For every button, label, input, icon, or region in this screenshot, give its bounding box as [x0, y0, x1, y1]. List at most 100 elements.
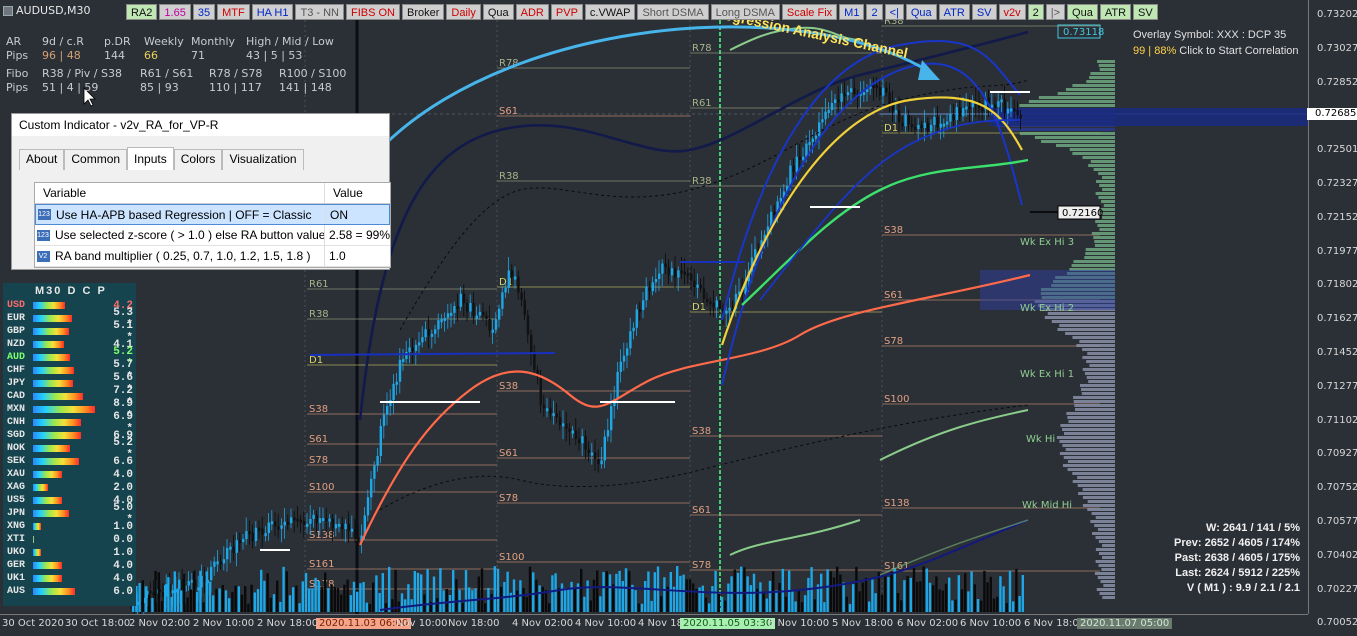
currency-code: XAU — [7, 469, 26, 480]
col-variable[interactable]: Variable — [35, 183, 325, 203]
toolbar-button-8[interactable]: Daily — [446, 4, 481, 20]
fib-level-label: S61 — [499, 106, 518, 117]
currency-code: UKO — [7, 547, 26, 558]
fib-level-label: S100 — [499, 552, 524, 563]
toolbar-button-11[interactable]: PVP — [550, 4, 583, 20]
toolbar-button-19[interactable]: Qua — [905, 4, 937, 20]
dialog-title: Custom Indicator - v2v_RA_for_VP-R — [12, 114, 389, 136]
time-tick: 5 Nov 10:00 — [768, 618, 830, 629]
toolbar-button-26[interactable]: ATR — [1099, 4, 1132, 20]
toolbar-button-15[interactable]: Scale Fix — [781, 4, 838, 20]
overlay-symbol-info[interactable]: Overlay Symbol: XXX : DCP 35 99 | 88% Cl… — [1133, 27, 1299, 59]
toolbar-button-27[interactable]: SV — [1133, 4, 1158, 20]
strength-bar — [33, 471, 103, 478]
toolbar-button-13[interactable]: Short DSMA — [637, 4, 709, 20]
currency-code: NOK — [7, 443, 26, 454]
grid-header: Variable Value — [35, 183, 390, 204]
dialog-tabs: About Common Inputs Colors Visualization — [19, 147, 389, 170]
tab-colors[interactable]: Colors — [173, 149, 223, 170]
fib-level-label: S38 — [692, 426, 711, 437]
price-tick: 0.70752 — [1317, 482, 1357, 494]
toolbar-button-7[interactable]: Broker — [402, 4, 445, 20]
toolbar-button-22[interactable]: v2v — [998, 4, 1026, 20]
fib-level-label: D1 — [309, 355, 323, 366]
price-box-top: 0.73118 — [1063, 27, 1104, 38]
indicator-toolbar: RA2 1.65 35 MTF HA H1 T3 - NN FIBS ON Broker Dai… — [126, 4, 1158, 20]
fib-level-label: S161 — [309, 559, 334, 570]
currency-code: CNH — [7, 417, 26, 428]
toolbar-button-3[interactable]: MTF — [217, 4, 250, 20]
input-value[interactable]: 1.0 — [325, 246, 346, 266]
tab-common[interactable]: Common — [64, 149, 128, 170]
strength-row: SEK 6.6 — [3, 455, 136, 468]
toolbar-button-4[interactable]: HA H1 — [251, 4, 294, 20]
input-row-zscore[interactable]: 123 Use selected z-score ( > 1.0 ) else … — [35, 225, 390, 246]
fib-level-label: S61 — [309, 434, 328, 445]
strength-bar — [33, 510, 103, 517]
strength-bar — [33, 302, 103, 309]
price-axis[interactable]: 0.73202 0.73027 0.72852 0.72685 0.72501 0.723… — [1308, 0, 1357, 628]
strength-row: XAG 2.0 — [3, 481, 136, 494]
toolbar-button-9[interactable]: Qua — [482, 4, 514, 20]
toolbar-button-6[interactable]: FIBS ON — [345, 4, 400, 20]
fib-level-label: R38 — [692, 176, 712, 187]
strength-row: UK1 4.0 — [3, 572, 136, 585]
strength-row: JPN 5.0 * — [3, 502, 136, 526]
strength-value: 1.0 — [113, 520, 133, 533]
toolbar-button-16[interactable]: M1 — [839, 4, 865, 20]
currency-code: MXN — [7, 404, 26, 415]
price-tick: 0.71977 — [1317, 245, 1357, 257]
strength-header: M30 D C P — [35, 285, 107, 297]
price-tick: 0.70052 — [1317, 617, 1357, 629]
currency-code: XNG — [7, 521, 26, 532]
currency-code: JPN — [7, 508, 26, 519]
strength-bar — [33, 562, 103, 569]
toolbar-button-17[interactable]: 2 — [866, 4, 883, 20]
tab-about[interactable]: About — [19, 149, 65, 170]
price-tick: 0.72501 — [1317, 144, 1357, 156]
strength-bar — [33, 432, 103, 439]
fib-level-label: S138 — [309, 530, 334, 541]
tab-visualization[interactable]: Visualization — [222, 149, 304, 170]
toolbar-button-23[interactable]: 2 — [1027, 4, 1044, 20]
strength-row: XAU 4.0 — [3, 468, 136, 481]
strength-row: GER 4.0 — [3, 559, 136, 572]
strength-bar — [33, 419, 103, 426]
toolbar-button-2[interactable]: 35 — [192, 4, 216, 20]
strength-value: 4.0 — [113, 559, 133, 572]
volume-stats: W: 2641 / 141 / 5% Prev: 2652 / 4605 / 1… — [1174, 522, 1300, 594]
currency-code: EUR — [7, 313, 26, 324]
fib-level-label: R38 — [309, 309, 329, 320]
price-tick: 0.71277 — [1317, 380, 1357, 392]
time-axis[interactable]: 30 Oct 2020 30 Oct 18:00 2 Nov 02:00 2 Nov … — [0, 614, 1308, 636]
strength-row: XNG 1.0 — [3, 520, 136, 533]
toolbar-button-14[interactable]: Long DSMA — [710, 4, 780, 20]
toolbar-button-21[interactable]: SV — [971, 4, 997, 20]
strength-value: 6.6 — [113, 455, 133, 468]
input-value[interactable]: ON — [326, 205, 348, 224]
price-chart[interactable]: R78 S61 R38 R61 R38 D1 S38 S61 S78 S100 S138 S161 S1… — [0, 0, 1357, 636]
time-tick: 6 Nov 18:00 — [1024, 618, 1086, 629]
strength-bar — [33, 341, 103, 348]
currency-code: SGD — [7, 430, 26, 441]
tab-inputs[interactable]: Inputs — [127, 147, 174, 170]
currency-code: GER — [7, 560, 26, 571]
input-row-band-multiplier[interactable]: V2 RA band multiplier ( 0.25, 0.7, 1.0, … — [35, 246, 390, 267]
toolbar-button-24[interactable]: |> — [1045, 4, 1066, 20]
toolbar-button-1[interactable]: 1.65 — [159, 4, 191, 20]
toolbar-button-18[interactable]: <| — [884, 4, 904, 20]
fib-level-label: S78 — [499, 493, 518, 504]
strength-bar — [33, 393, 103, 400]
toolbar-button-0[interactable]: RA2 — [126, 4, 158, 20]
toolbar-button-20[interactable]: ATR — [938, 4, 970, 20]
strength-bar — [33, 315, 103, 322]
currency-code: USD — [7, 300, 26, 311]
toolbar-button-5[interactable]: T3 - NN — [295, 4, 344, 20]
input-row-regression[interactable]: 123 Use HA-APB based Regression | OFF = … — [35, 204, 390, 225]
toolbar-button-12[interactable]: c.VWAP — [584, 4, 636, 20]
input-value[interactable]: 2.58 = 99% — [325, 225, 390, 245]
toolbar-button-25[interactable]: Qua — [1067, 4, 1098, 20]
col-value[interactable]: Value — [325, 183, 363, 203]
toolbar-button-10[interactable]: ADR — [515, 4, 549, 20]
week-level-label: Wk Ex Hi 1 — [1020, 369, 1074, 380]
